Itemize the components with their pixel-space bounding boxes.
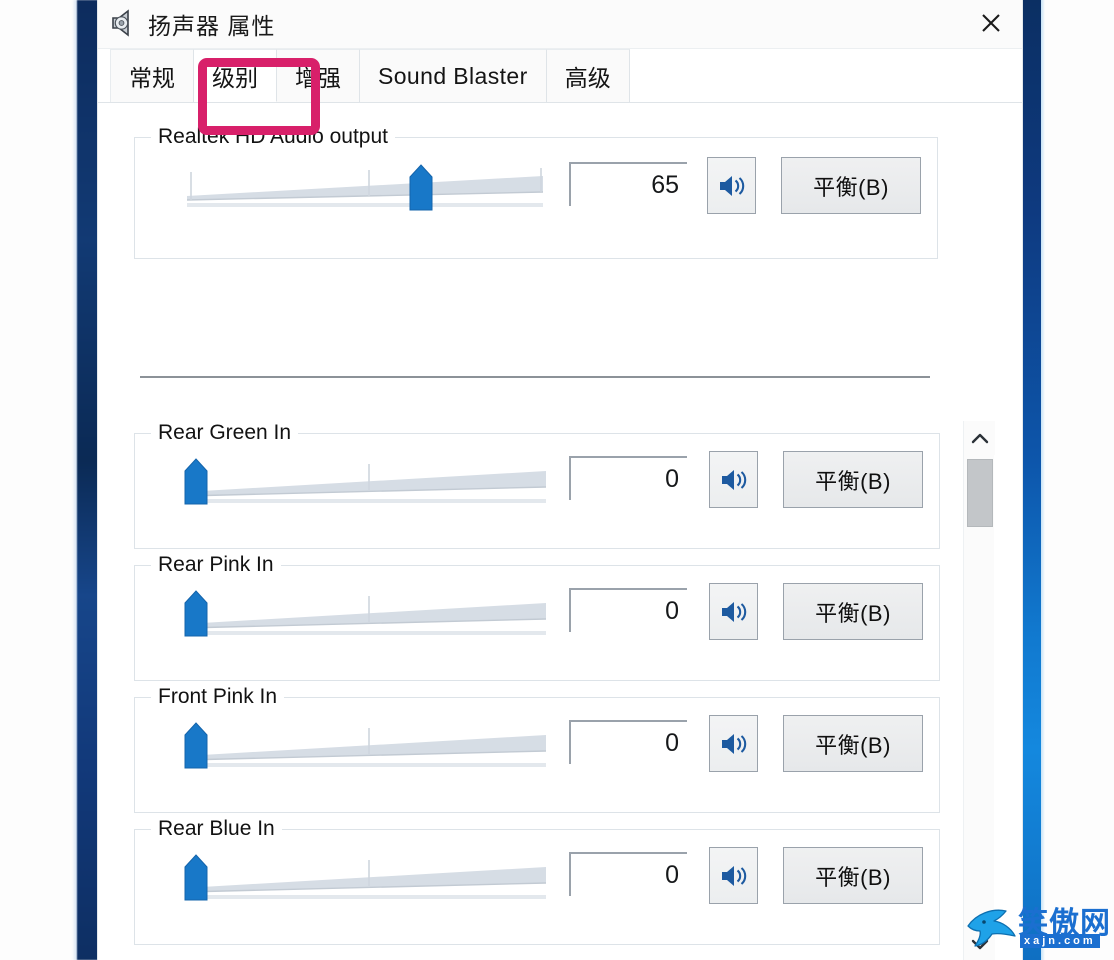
- volume-value-rear-pink-in-text: 0: [665, 596, 679, 625]
- group-realtek-hd-audio-output: Realtek HD Audio output 65 平衡(B): [134, 125, 938, 259]
- group-title-front-pink-in: Front Pink In: [151, 685, 285, 709]
- chevron-up-icon: [971, 433, 988, 444]
- slider-thumb-rear-green-in[interactable]: [183, 458, 209, 506]
- volume-value-rear-pink-in[interactable]: 0: [569, 588, 687, 632]
- volume-value-front-pink-in-text: 0: [665, 728, 679, 757]
- slider-thumb-icon: [184, 590, 208, 637]
- balance-button-output[interactable]: 平衡(B): [781, 157, 921, 214]
- mute-button-output[interactable]: [707, 157, 756, 214]
- slider-thumb-rear-blue-in[interactable]: [183, 854, 209, 902]
- volume-value-rear-green-in-text: 0: [665, 464, 679, 493]
- desktop-accent-band-right: [1016, 0, 1045, 960]
- group-rear-pink-in: Rear Pink In 0 平衡(B): [134, 553, 940, 681]
- levels-tab-panel: Realtek HD Audio output 65 平衡(B) Rear Gr…: [98, 103, 1022, 960]
- mute-button-rear-pink-in[interactable]: [709, 583, 758, 640]
- window-title: 扬声器 属性: [148, 13, 276, 39]
- speaker-icon: [721, 865, 746, 886]
- volume-slider-rear-pink-in[interactable]: [183, 588, 548, 640]
- slider-track: [186, 168, 544, 207]
- group-title-rear-blue-in: Rear Blue In: [151, 817, 282, 841]
- mute-button-rear-green-in[interactable]: [709, 451, 758, 508]
- slider-thumb-icon: [409, 164, 433, 211]
- speaker-icon: [108, 8, 138, 38]
- tab-levels[interactable]: 级别: [194, 49, 277, 102]
- slider-thumb-icon: [184, 854, 208, 901]
- scrollbar-down-button[interactable]: [964, 927, 995, 960]
- slider-track: [184, 728, 547, 767]
- volume-value-rear-blue-in-text: 0: [665, 860, 679, 889]
- speaker-icon: [719, 175, 744, 196]
- tab-advanced-label: 高级: [564, 65, 611, 91]
- chevron-down-icon: [971, 939, 988, 950]
- tab-general[interactable]: 常规: [110, 49, 194, 102]
- balance-button-rear-pink-in-label: 平衡(B): [815, 600, 891, 626]
- tab-levels-label: 级别: [212, 64, 258, 91]
- volume-value-rear-green-in[interactable]: 0: [569, 456, 687, 500]
- vertical-scrollbar[interactable]: [963, 421, 995, 960]
- volume-slider-front-pink-in[interactable]: [183, 720, 548, 772]
- balance-button-rear-pink-in[interactable]: 平衡(B): [783, 583, 923, 640]
- tab-strip: 常规 级别 增强 Sound Blaster 高级: [98, 49, 1022, 103]
- balance-button-output-label: 平衡(B): [813, 174, 889, 200]
- tab-enhancements-label: 增强: [295, 65, 341, 91]
- tab-advanced[interactable]: 高级: [546, 49, 630, 102]
- volume-slider-output[interactable]: [185, 162, 545, 214]
- slider-track: [184, 596, 547, 635]
- balance-button-front-pink-in-label: 平衡(B): [815, 732, 891, 758]
- balance-button-rear-green-in[interactable]: 平衡(B): [783, 451, 923, 508]
- scrollbar-thumb[interactable]: [967, 459, 993, 527]
- close-icon: [982, 14, 1000, 32]
- mute-button-rear-blue-in[interactable]: [709, 847, 758, 904]
- group-front-pink-in: Front Pink In 0 平衡(B): [134, 685, 940, 813]
- slider-thumb-output[interactable]: [408, 164, 434, 212]
- slider-thumb-front-pink-in[interactable]: [183, 722, 209, 770]
- speaker-icon: [721, 601, 746, 622]
- inputs-scroll-region: Rear Green In 0 平衡(B) Rear Pink In 0 平衡(…: [98, 421, 1022, 960]
- group-rear-green-in: Rear Green In 0 平衡(B): [134, 421, 940, 549]
- group-title-output: Realtek HD Audio output: [151, 125, 395, 149]
- group-title-rear-pink-in: Rear Pink In: [151, 553, 281, 577]
- volume-value-output[interactable]: 65: [569, 162, 687, 206]
- volume-value-output-text: 65: [651, 170, 679, 199]
- tab-enhancements[interactable]: 增强: [277, 49, 360, 102]
- title-bar: 扬声器 属性: [98, 0, 1022, 49]
- close-button[interactable]: [960, 0, 1022, 46]
- tab-general-label: 常规: [129, 65, 175, 91]
- scrollbar-up-button[interactable]: [964, 421, 995, 455]
- speaker-icon: [721, 733, 746, 754]
- group-title-rear-green-in: Rear Green In: [151, 421, 299, 445]
- volume-slider-rear-green-in[interactable]: [183, 456, 548, 508]
- balance-button-rear-blue-in-label: 平衡(B): [815, 864, 891, 890]
- group-rear-blue-in: Rear Blue In 0 平衡(B): [134, 817, 940, 945]
- slider-track: [184, 860, 547, 899]
- tab-sound-blaster-label: Sound Blaster: [378, 62, 528, 89]
- slider-track: [184, 464, 547, 503]
- speaker-icon: [721, 469, 746, 490]
- desktop-accent-band-left: [72, 0, 98, 960]
- balance-button-rear-green-in-label: 平衡(B): [815, 468, 891, 494]
- mute-button-front-pink-in[interactable]: [709, 715, 758, 772]
- volume-slider-rear-blue-in[interactable]: [183, 852, 548, 904]
- balance-button-front-pink-in[interactable]: 平衡(B): [783, 715, 923, 772]
- slider-thumb-icon: [184, 722, 208, 769]
- slider-thumb-icon: [184, 458, 208, 505]
- slider-thumb-rear-pink-in[interactable]: [183, 590, 209, 638]
- speaker-properties-dialog: 扬声器 属性 常规 级别 增强 Sound Blaster 高级 Realtek…: [98, 0, 1022, 960]
- tab-sound-blaster[interactable]: Sound Blaster: [360, 49, 547, 102]
- volume-value-front-pink-in[interactable]: 0: [569, 720, 687, 764]
- volume-value-rear-blue-in[interactable]: 0: [569, 852, 687, 896]
- section-divider: [140, 376, 930, 378]
- balance-button-rear-blue-in[interactable]: 平衡(B): [783, 847, 923, 904]
